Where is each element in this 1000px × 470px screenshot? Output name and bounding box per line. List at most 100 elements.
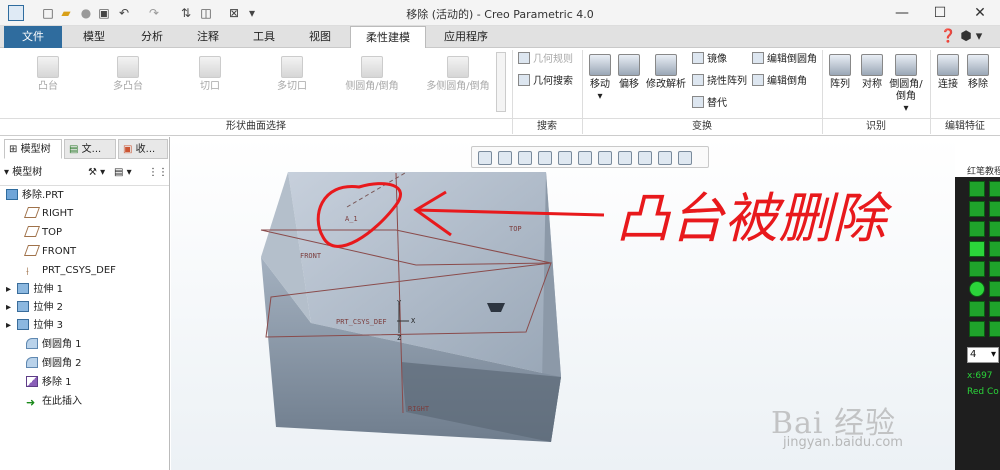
close-icon[interactable]: ● (78, 5, 94, 21)
identify-round-chamfer-label: 倒圆角/倒角 (889, 79, 923, 102)
tab-folder[interactable]: ▤ 文... (64, 139, 116, 159)
multi-cut-button[interactable]: 多切口 (262, 56, 322, 93)
geometry-rule-button[interactable]: 几何规则 (518, 52, 573, 67)
minimize-button[interactable]: — (884, 2, 920, 24)
tab-model-tree[interactable]: ⊞ 模型树 (4, 139, 62, 159)
tree-item-remove-1[interactable]: 移除 1 (26, 374, 72, 392)
tree-item-top[interactable]: TOP (23, 224, 62, 242)
pen-pencil-icon[interactable] (989, 241, 1000, 257)
pen-color-name: Red Co (967, 387, 999, 397)
move-button[interactable]: 移动 ▾ (584, 54, 616, 103)
pen-text-icon[interactable] (989, 281, 1000, 297)
app-icon[interactable] (8, 5, 24, 21)
edit-chamfer-button[interactable]: 编辑倒角 (752, 74, 807, 89)
pen-arrow-icon[interactable] (969, 321, 985, 337)
windows-icon[interactable]: ◫ (198, 5, 214, 21)
redo-icon[interactable]: ↷ (146, 5, 162, 21)
multi-boss-button[interactable]: 多凸台 (98, 56, 158, 93)
open-folder-icon[interactable]: ▰ (58, 5, 74, 21)
new-file-icon[interactable]: □ (40, 5, 56, 21)
pen-copy-icon[interactable] (969, 201, 985, 217)
cut-button[interactable]: 切口 (180, 56, 240, 93)
multi-round-chamfer-button[interactable]: 多侧圆角/倒角 (426, 56, 490, 93)
pen-filled-ellipse-icon[interactable] (969, 281, 985, 297)
tab-applications[interactable]: 应用程序 (430, 26, 502, 48)
save-icon[interactable]: ▣ (96, 5, 112, 21)
pen-color-icon[interactable] (969, 181, 985, 197)
round-chamfer-button[interactable]: 侧圆角/倒角 (344, 56, 400, 93)
pen-cursor-icon[interactable] (989, 321, 1000, 337)
offset-button[interactable]: 偏移 (614, 54, 644, 91)
collapse-arrow-icon[interactable]: ▾ (4, 167, 9, 178)
tab-annotate[interactable]: 注释 (180, 26, 236, 48)
help-icons[interactable]: ❓ ⬢ ▾ (940, 29, 982, 44)
expand-arrow-icon[interactable]: ▸ (6, 284, 11, 295)
pen-brush-icon[interactable] (989, 221, 1000, 237)
tree-settings-icon[interactable]: ⚒ ▾ (88, 163, 105, 183)
round-chamfer-icon (361, 56, 383, 78)
pattern-button[interactable]: 阵列 (826, 54, 854, 91)
tree-columns-icon[interactable]: ▤ ▾ (114, 163, 132, 183)
customize-toolbar-icon[interactable]: ▾ (244, 5, 260, 21)
geometry-search-label: 几何搜索 (533, 76, 573, 87)
pen-grid-icon[interactable] (989, 201, 1000, 217)
tab-view[interactable]: 视图 (292, 26, 348, 48)
regenerate-icon[interactable]: ⇅ (178, 5, 194, 21)
pen-ellipse-icon[interactable] (989, 261, 1000, 277)
identify-round-chamfer-button[interactable]: 倒圆角/倒角 ▾ (886, 54, 926, 115)
edit-round-button[interactable]: 编辑倒圆角 (752, 52, 817, 67)
expand-arrow-icon[interactable]: ▸ (6, 302, 11, 313)
pen-line-icon[interactable] (969, 241, 985, 257)
tree-filter-icon[interactable]: ⋮⋮ (148, 163, 168, 183)
gallery-scrollbar[interactable] (496, 52, 506, 112)
tree-item-extrude-1[interactable]: ▸ 拉伸 1 (6, 281, 63, 299)
geometry-search-button[interactable]: 几何搜索 (518, 74, 573, 89)
pen-rectangle-icon[interactable] (969, 261, 985, 277)
modify-analytic-button[interactable]: 修改解析 (644, 54, 688, 91)
pen-width-dropdown[interactable]: 4 ▾ (967, 347, 999, 363)
close-window-icon[interactable]: ⊠ (226, 5, 242, 21)
datum-plane-icon (23, 245, 41, 256)
symmetry-button[interactable]: 对称 (858, 54, 886, 91)
pen-clear-icon[interactable] (969, 221, 985, 237)
boss-button[interactable]: 凸台 (18, 56, 78, 93)
graphics-viewport[interactable]: FRONT TOP A_1 PRT_CSYS_DEF Y X Z RIGHT 凸… (171, 137, 955, 470)
expand-arrow-icon[interactable]: ▸ (6, 320, 11, 331)
close-button[interactable]: ✕ (962, 2, 998, 24)
round-chamfer-label: 侧圆角/倒角 (345, 81, 399, 92)
maximize-button[interactable]: ☐ (922, 2, 958, 24)
tree-item-root[interactable]: 移除.PRT (6, 187, 64, 205)
multi-cut-label: 多切口 (277, 81, 307, 92)
mirror-button[interactable]: 镜像 (692, 52, 727, 67)
remove-button[interactable]: 移除 (964, 54, 992, 91)
undo-icon[interactable]: ↶ (116, 5, 132, 21)
pen-coordinate: x:697 (967, 371, 993, 381)
tree-item-label: 倒圆角 2 (42, 358, 82, 369)
tab-model-tree-label: 模型树 (20, 144, 51, 155)
divider (0, 185, 169, 186)
tree-item-round-1[interactable]: 倒圆角 1 (26, 336, 82, 354)
tab-flexible-modeling[interactable]: 柔性建模 (350, 26, 426, 49)
tab-tools[interactable]: 工具 (236, 26, 292, 48)
tree-item-extrude-3[interactable]: ▸ 拉伸 3 (6, 317, 63, 335)
tree-item-front[interactable]: FRONT (23, 243, 76, 261)
pen-undo-icon[interactable] (969, 301, 985, 317)
tab-file[interactable]: 文件 (4, 26, 62, 48)
tree-item-extrude-2[interactable]: ▸ 拉伸 2 (6, 299, 63, 317)
edit-round-label: 编辑倒圆角 (767, 54, 817, 65)
tab-model[interactable]: 模型 (66, 26, 122, 48)
connect-button[interactable]: 连接 (934, 54, 962, 91)
tree-item-round-2[interactable]: 倒圆角 2 (26, 355, 82, 373)
tree-item-insert-here[interactable]: ➜ 在此插入 (26, 393, 82, 411)
ribbon: 凸台 多凸台 切口 多切口 侧圆角/倒角 多侧圆角/倒角 形状曲面选择 几何规则… (0, 48, 1000, 136)
folder-icon: ▤ (69, 144, 79, 155)
round-icon (26, 357, 38, 368)
tree-item-csys[interactable]: ⟊ PRT_CSYS_DEF (26, 262, 116, 280)
tree-item-right[interactable]: RIGHT (23, 205, 73, 223)
tab-favorites[interactable]: ▣ 收... (118, 139, 168, 159)
flexible-pattern-button[interactable]: 挠性阵列 (692, 74, 747, 89)
pen-save-icon[interactable] (989, 181, 1000, 197)
substitute-button[interactable]: 替代 (692, 96, 727, 111)
pen-redo-icon[interactable] (989, 301, 1000, 317)
tab-analysis[interactable]: 分析 (124, 26, 180, 48)
